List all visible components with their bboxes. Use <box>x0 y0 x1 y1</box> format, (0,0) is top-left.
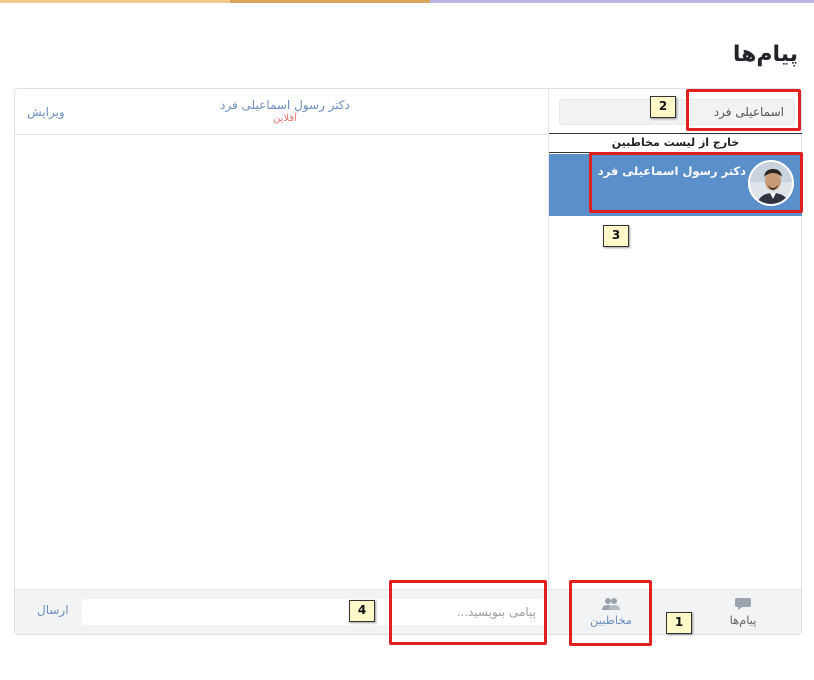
top-bar-segment <box>430 0 814 3</box>
top-bar-segment <box>230 0 430 3</box>
chat-status: آفلاین <box>273 113 297 124</box>
highlight-contacts-tab <box>569 580 652 646</box>
highlight-message-input <box>389 580 547 645</box>
annotation-badge: 4 <box>349 600 375 622</box>
annotation-badge: 3 <box>603 225 629 247</box>
top-accent-bar <box>0 0 814 3</box>
chat-bubble-icon <box>735 598 751 610</box>
chat-header: دکتر رسول اسماعیلی فرد آفلاین ویرایش <box>15 89 548 135</box>
page-title: پیام‌ها <box>732 42 798 67</box>
annotation-badge: 1 <box>666 612 692 634</box>
edit-link[interactable]: ویرایش <box>27 105 65 119</box>
group-label: خارج از لیست مخاطبین <box>549 133 802 153</box>
chat-contact-name: دکتر رسول اسماعیلی فرد <box>220 98 350 112</box>
tab-messages[interactable]: پیام‌ها <box>707 590 779 635</box>
tab-messages-label: پیام‌ها <box>729 613 757 627</box>
top-bar-segment <box>0 0 230 3</box>
send-button[interactable]: ارسال <box>37 603 69 617</box>
highlight-search <box>686 89 801 131</box>
highlight-contact <box>589 152 803 213</box>
annotation-badge: 2 <box>650 96 676 118</box>
